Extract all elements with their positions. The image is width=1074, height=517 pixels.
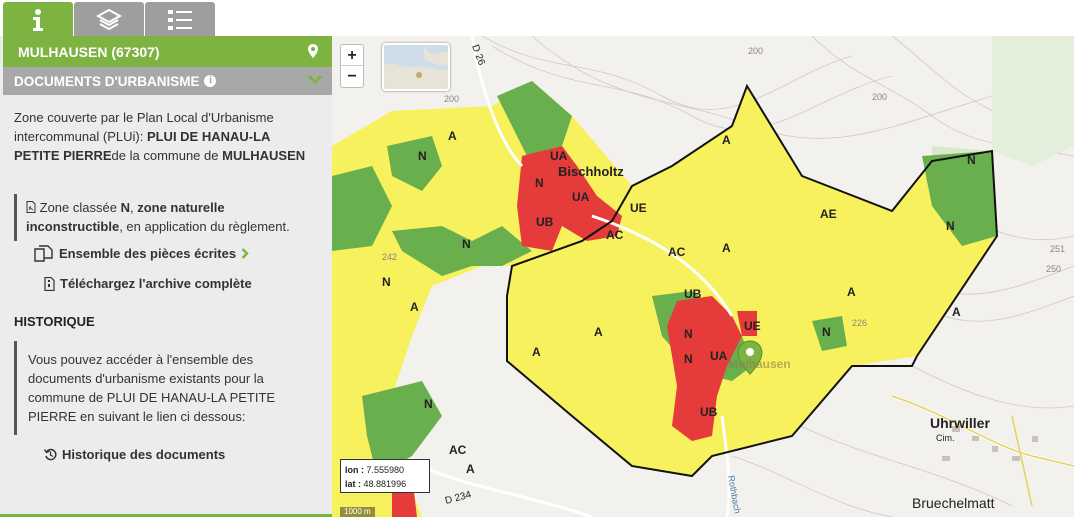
lat-label: lat : [345, 479, 362, 489]
zone-label-ac: AC [668, 245, 686, 259]
zone-label-ub: UB [700, 405, 718, 419]
minimap-image [384, 45, 448, 89]
contour-251: 251 [1050, 244, 1065, 254]
plu-intro: Zone couverte par le Plan Local d'Urbani… [14, 108, 314, 165]
chevron-right-icon [241, 248, 249, 259]
layers-icon [96, 8, 122, 31]
archive-download-link[interactable]: Téléchargez l'archive complète [44, 276, 252, 291]
historique-text: Vous pouvez accéder à l'ensemble des doc… [28, 352, 276, 424]
place-bruechelmatt: Bruechelmatt [912, 495, 995, 511]
contour-200: 200 [444, 94, 459, 104]
zone-description: Zone classée N, zone naturelle inconstru… [26, 198, 322, 236]
zone-label-ub: UB [536, 215, 554, 229]
zone-label-n: N [967, 153, 976, 167]
commune-title: MULHAUSEN (67307) [18, 43, 160, 60]
chevron-down-icon[interactable] [308, 73, 322, 85]
zone-label-ua: UA [572, 190, 590, 204]
zone-label-a: A [410, 300, 419, 314]
coordinates-box: lon : 7.555980 lat : 48.881996 [340, 459, 430, 493]
info-icon [33, 9, 43, 31]
pieces-ecrites-link[interactable]: Ensemble des pièces écrites [34, 245, 249, 262]
zone-label-ue: UE [744, 319, 761, 333]
zone-label-n: N [684, 327, 693, 341]
zone-label-a: A [466, 462, 475, 476]
map-view[interactable]: A A A A A A A A A N N N N N N N N N N UA… [332, 36, 1074, 517]
zone-label-n: N [684, 352, 693, 366]
zone-label-n: N [462, 237, 471, 251]
section-title: DOCUMENTS D'URBANISME [14, 73, 200, 89]
archive-file-icon [44, 276, 55, 291]
map-canvas[interactable]: A A A A A A A A A N N N N N N N N N N UA… [332, 36, 1074, 517]
zone-label-a: A [594, 325, 603, 339]
zone-label-n: N [382, 275, 391, 289]
zone-label-a: A [847, 285, 856, 299]
place-mulhausen: Mulhausen [728, 357, 791, 371]
contour-226: 226 [852, 318, 867, 328]
historique-bar [14, 341, 17, 435]
place-bischholtz: Bischholtz [558, 164, 624, 179]
tab-layers[interactable] [74, 2, 144, 38]
zone-label-ua: UA [710, 349, 728, 363]
map-marker-icon[interactable] [308, 44, 318, 58]
zone-code: N [120, 200, 130, 215]
zone-label-ua: UA [550, 149, 568, 163]
roads-yellow [891, 395, 1074, 507]
zone-text-3: , en application du règlement. [119, 219, 290, 234]
zone-label-n: N [535, 176, 544, 190]
zone-label-a: A [722, 133, 731, 147]
road-d234: D 234 [444, 489, 473, 507]
history-label: Historique des documents [62, 447, 226, 462]
info-panel: MULHAUSEN (67307) DOCUMENTS D'URBANISME … [0, 36, 332, 517]
history-icon [44, 448, 57, 461]
zone-label-ac: AC [606, 228, 624, 242]
lon-label: lon : [345, 465, 364, 475]
contour-250: 250 [1046, 264, 1061, 274]
zone-label-ub: UB [684, 287, 702, 301]
lat-value: 48.881996 [363, 479, 407, 489]
info-circle-icon[interactable]: i [204, 75, 217, 87]
pieces-label: Ensemble des pièces écrites [59, 246, 237, 261]
zone-label-ac: AC [449, 443, 467, 457]
commune-header: MULHAUSEN (67307) [3, 36, 332, 67]
historique-link[interactable]: Historique des documents [44, 447, 225, 462]
road-d26: D 26 [469, 43, 487, 67]
commune-name: MULHAUSEN [222, 148, 306, 163]
tab-legend[interactable] [145, 2, 215, 38]
copy-documents-icon [34, 245, 53, 262]
archive-label: Téléchargez l'archive complète [60, 276, 252, 291]
tab-info[interactable] [3, 2, 73, 38]
panel-tabs [0, 0, 332, 38]
zone-label-ae: AE [820, 207, 837, 221]
historique-title: HISTORIQUE [14, 314, 95, 329]
zone-label-n: N [946, 219, 955, 233]
section-documents-header[interactable]: DOCUMENTS D'URBANISME i [3, 67, 332, 95]
zone-label-n: N [822, 325, 831, 339]
zone-text-1: Zone classée [39, 200, 121, 215]
contour-200: 200 [872, 92, 887, 102]
zone-label-n: N [424, 397, 433, 411]
zone-label-a: A [952, 305, 961, 319]
zone-label-a: A [448, 129, 457, 143]
forest-area-2 [992, 36, 1074, 166]
village-buildings [942, 426, 1038, 461]
zoom-in-button[interactable]: + [341, 45, 363, 66]
intro-text-2: de la commune de [111, 148, 223, 163]
zoom-out-button[interactable]: − [341, 66, 363, 87]
pdf-file-icon [26, 201, 36, 213]
contour-200: 200 [748, 46, 763, 56]
zone-bar [14, 194, 17, 241]
zoom-control: + − [340, 44, 364, 88]
zone-label-a: A [532, 345, 541, 359]
place-cim: Cim. [936, 433, 955, 443]
scale-bar: 1000 m [340, 507, 375, 517]
minimap[interactable] [382, 43, 450, 91]
contour-242: 242 [382, 252, 397, 262]
list-icon [168, 10, 192, 30]
zone-label-a: A [722, 241, 731, 255]
zone-label-ue: UE [630, 201, 647, 215]
place-uhrwiller: Uhrwiller [930, 415, 990, 431]
lon-value: 7.555980 [366, 465, 405, 475]
zone-label-n: N [418, 149, 427, 163]
